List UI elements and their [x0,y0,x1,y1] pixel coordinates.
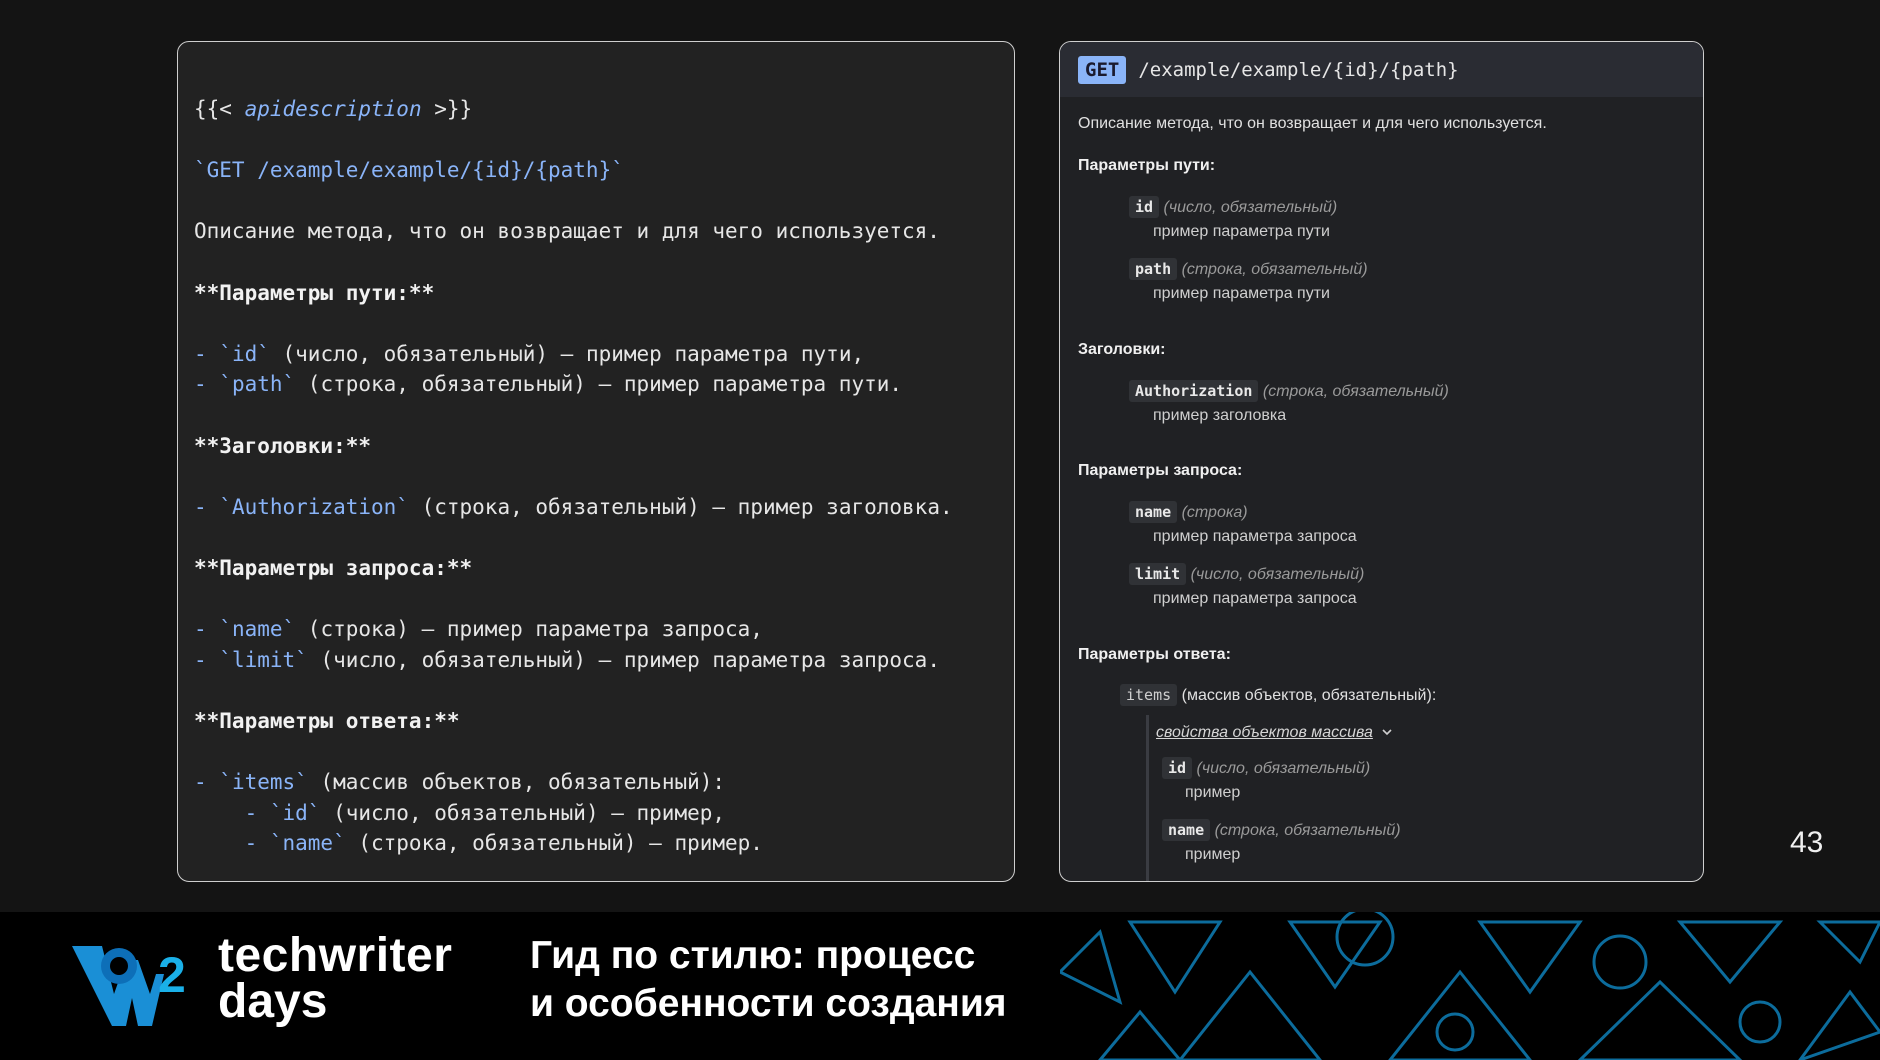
param-note: пример параметра пути [1153,285,1330,302]
param-row: Authorization (строка, обязательный) [1129,380,1449,402]
md-bullet: - [194,800,270,825]
param-row: id (число, обязательный) [1129,196,1338,218]
md-code: `Authorization` [219,494,409,519]
param-note: пример параметра пути [1153,223,1330,240]
brand-name-line2: days [218,975,328,1028]
query-params-heading: Параметры запроса: [1078,462,1243,479]
param-row: items (массив объектов, обязательный): [1120,684,1437,706]
param-meta: (массив объектов, обязательный): [1181,687,1437,704]
headers-heading: Заголовки: [1078,341,1166,358]
talk-title-line2: и особенности создания [530,982,1007,1025]
toggle-label[interactable]: свойства объектов массива [1156,724,1373,741]
md-list-item-nested: - `name` (строка, обязательный) — пример… [194,828,1004,859]
md-bullet: - [194,372,220,397]
md-code: `limit` [219,647,308,672]
param-name: name [1129,501,1178,523]
md-shortcode-name: apidescription [244,97,422,121]
md-code: `items` [219,770,308,795]
md-bullet: - [194,831,270,856]
param-meta: (строка, обязательный) [1262,383,1449,400]
md-bullet: - [194,494,220,519]
md-heading-query-params: **Параметры запроса:** [194,555,473,580]
md-text: (строка, обязательный) — пример параметр… [295,372,903,397]
md-list-item: - `id` (число, обязательный) — пример па… [194,339,1004,370]
param-meta: (строка, обязательный) [1214,822,1401,839]
footer-banner: 2 techwriter days Гид по стилю: процесс … [0,912,1880,1060]
chevron-down-icon[interactable] [1381,724,1393,742]
param-meta: (строка) [1181,504,1248,521]
param-name: Authorization [1129,380,1259,402]
endpoint-path: /example/example/{id}/{path} [1138,58,1459,81]
markdown-code-block: {{< apidescription >}} `GET /example/exa… [194,94,1004,859]
md-heading-response-params: **Параметры ответа:** [194,708,460,733]
md-bullet: - [194,617,220,642]
md-list-item: - `path` (строка, обязательный) — пример… [194,369,1004,400]
slide-number: 43 [1790,826,1824,859]
md-list-item: - `name` (строка) — пример параметра зап… [194,614,1004,645]
response-params-heading: Параметры ответа: [1078,646,1231,663]
md-code: `name` [269,831,346,856]
param-note: пример заголовка [1153,407,1287,424]
md-text: (число, обязательный) — пример, [320,800,726,825]
param-meta: (число, обязательный) [1196,760,1371,777]
array-properties-toggle[interactable]: свойства объектов массива [1156,724,1393,742]
md-text: (строка, обязательный) — пример заголовк… [408,494,953,519]
param-row: path (строка, обязательный) [1129,258,1368,280]
param-note: пример параметра запроса [1153,528,1357,545]
md-text: {{< [194,97,245,121]
param-name: name [1162,819,1211,841]
param-name: limit [1129,563,1187,585]
md-list-item: - `items` (массив объектов, обязательный… [194,767,1004,798]
md-bullet: - [194,770,220,795]
param-name: id [1129,196,1160,218]
param-meta: (строка, обязательный) [1181,261,1368,278]
md-text: (число, обязательный) — пример параметра… [307,647,940,672]
md-text: (число, обязательный) — пример параметра… [269,341,865,366]
markdown-source-panel: {{< apidescription >}} `GET /example/exa… [177,41,1015,882]
md-heading-headers: **Заголовки:** [194,433,372,458]
md-code: `id` [269,800,321,825]
param-row: id (число, обязательный) [1162,757,1371,779]
md-list-item: - `limit` (число, обязательный) — пример… [194,645,1004,676]
talk-title-line1: Гид по стилю: процесс [530,934,976,977]
md-bullet: - [194,647,220,672]
param-row: name (строка, обязательный) [1162,819,1401,841]
rendered-doc-panel: GET /example/example/{id}/{path} Описани… [1059,41,1704,882]
md-list-item: - `Authorization` (строка, обязательный)… [194,492,1004,523]
md-code: `path` [219,372,296,397]
md-text: >}} [421,97,473,121]
techwriter-days-logo: 2 [72,936,202,1041]
http-method-badge: GET [1078,55,1127,84]
md-line-endpoint: `GET /example/example/{id}/{path}` [194,158,624,183]
param-name: path [1129,258,1178,280]
md-bullet: - [194,341,220,366]
param-meta: (число, обязательный) [1190,566,1365,583]
param-name: items [1120,684,1178,706]
decorative-pattern [1060,912,1880,1060]
md-text: (строка) — пример параметра запроса, [295,617,763,642]
logo-number: 2 [158,947,186,1003]
md-line-description: Описание метода, что он возвращает и для… [194,219,940,244]
md-text: (массив объектов, обязательный): [307,770,726,795]
md-list-item-nested: - `id` (число, обязательный) — пример, [194,798,1004,829]
param-note: пример [1185,784,1241,801]
md-heading-path-params: **Параметры пути:** [194,280,435,305]
method-description: Описание метода, что он возвращает и для… [1078,115,1547,132]
nested-properties-rail [1146,715,1149,881]
md-code: `id` [219,341,270,366]
md-text: (строка, обязательный) — пример. [345,831,763,856]
path-params-heading: Параметры пути: [1078,157,1216,174]
param-note: пример [1185,846,1241,863]
param-row: limit (число, обязательный) [1129,563,1365,585]
endpoint-header: GET /example/example/{id}/{path} [1060,42,1703,97]
md-line-shortcode: {{< apidescription >}} [194,94,1004,125]
param-name: id [1162,757,1193,779]
param-meta: (число, обязательный) [1163,199,1338,216]
param-row: name (строка) [1129,501,1248,523]
md-code: `name` [219,617,296,642]
param-note: пример параметра запроса [1153,590,1357,607]
